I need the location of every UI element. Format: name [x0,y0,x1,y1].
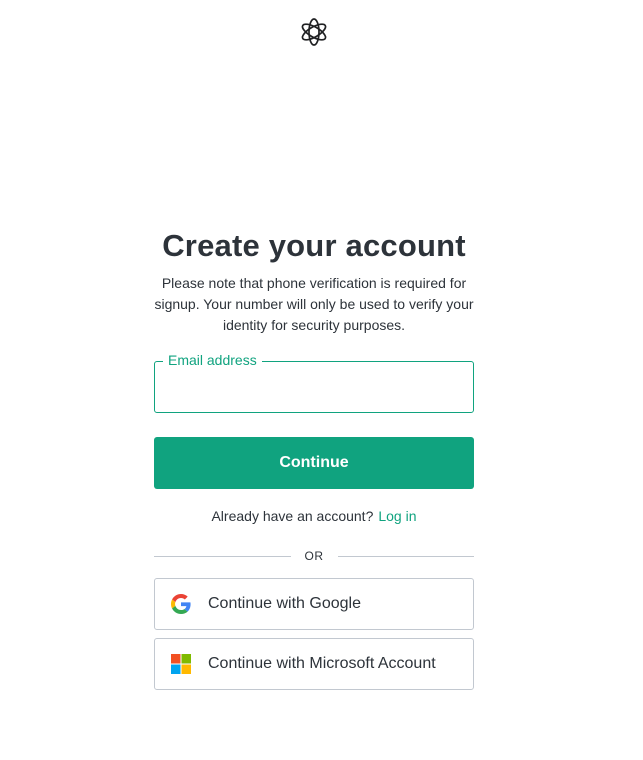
login-link[interactable]: Log in [378,508,416,524]
google-signin-button[interactable]: Continue with Google [154,578,474,630]
phone-verification-notice: Please note that phone verification is r… [154,275,474,333]
microsoft-button-label: Continue with Microsoft Account [208,655,436,672]
openai-logo-icon [301,18,327,46]
email-label: Email address [163,351,262,369]
divider-line-left [154,555,291,557]
microsoft-icon [171,654,191,674]
login-prompt-row: Already have an account? Log in [154,507,474,525]
microsoft-signin-button[interactable]: Continue with Microsoft Account [154,638,474,690]
divider-text: OR [304,549,324,563]
or-divider: OR [154,547,474,565]
page-title: Create your account [162,228,466,263]
signup-page: Create your account Please note that pho… [0,0,643,760]
divider-line-right [337,555,474,557]
google-icon [171,594,191,614]
signup-form: Create your account Please note that pho… [154,226,474,690]
google-button-label: Continue with Google [208,595,361,612]
email-field-wrapper: Email address [154,351,474,413]
continue-button[interactable]: Continue [154,437,474,489]
login-prompt-text: Already have an account? [211,508,374,524]
